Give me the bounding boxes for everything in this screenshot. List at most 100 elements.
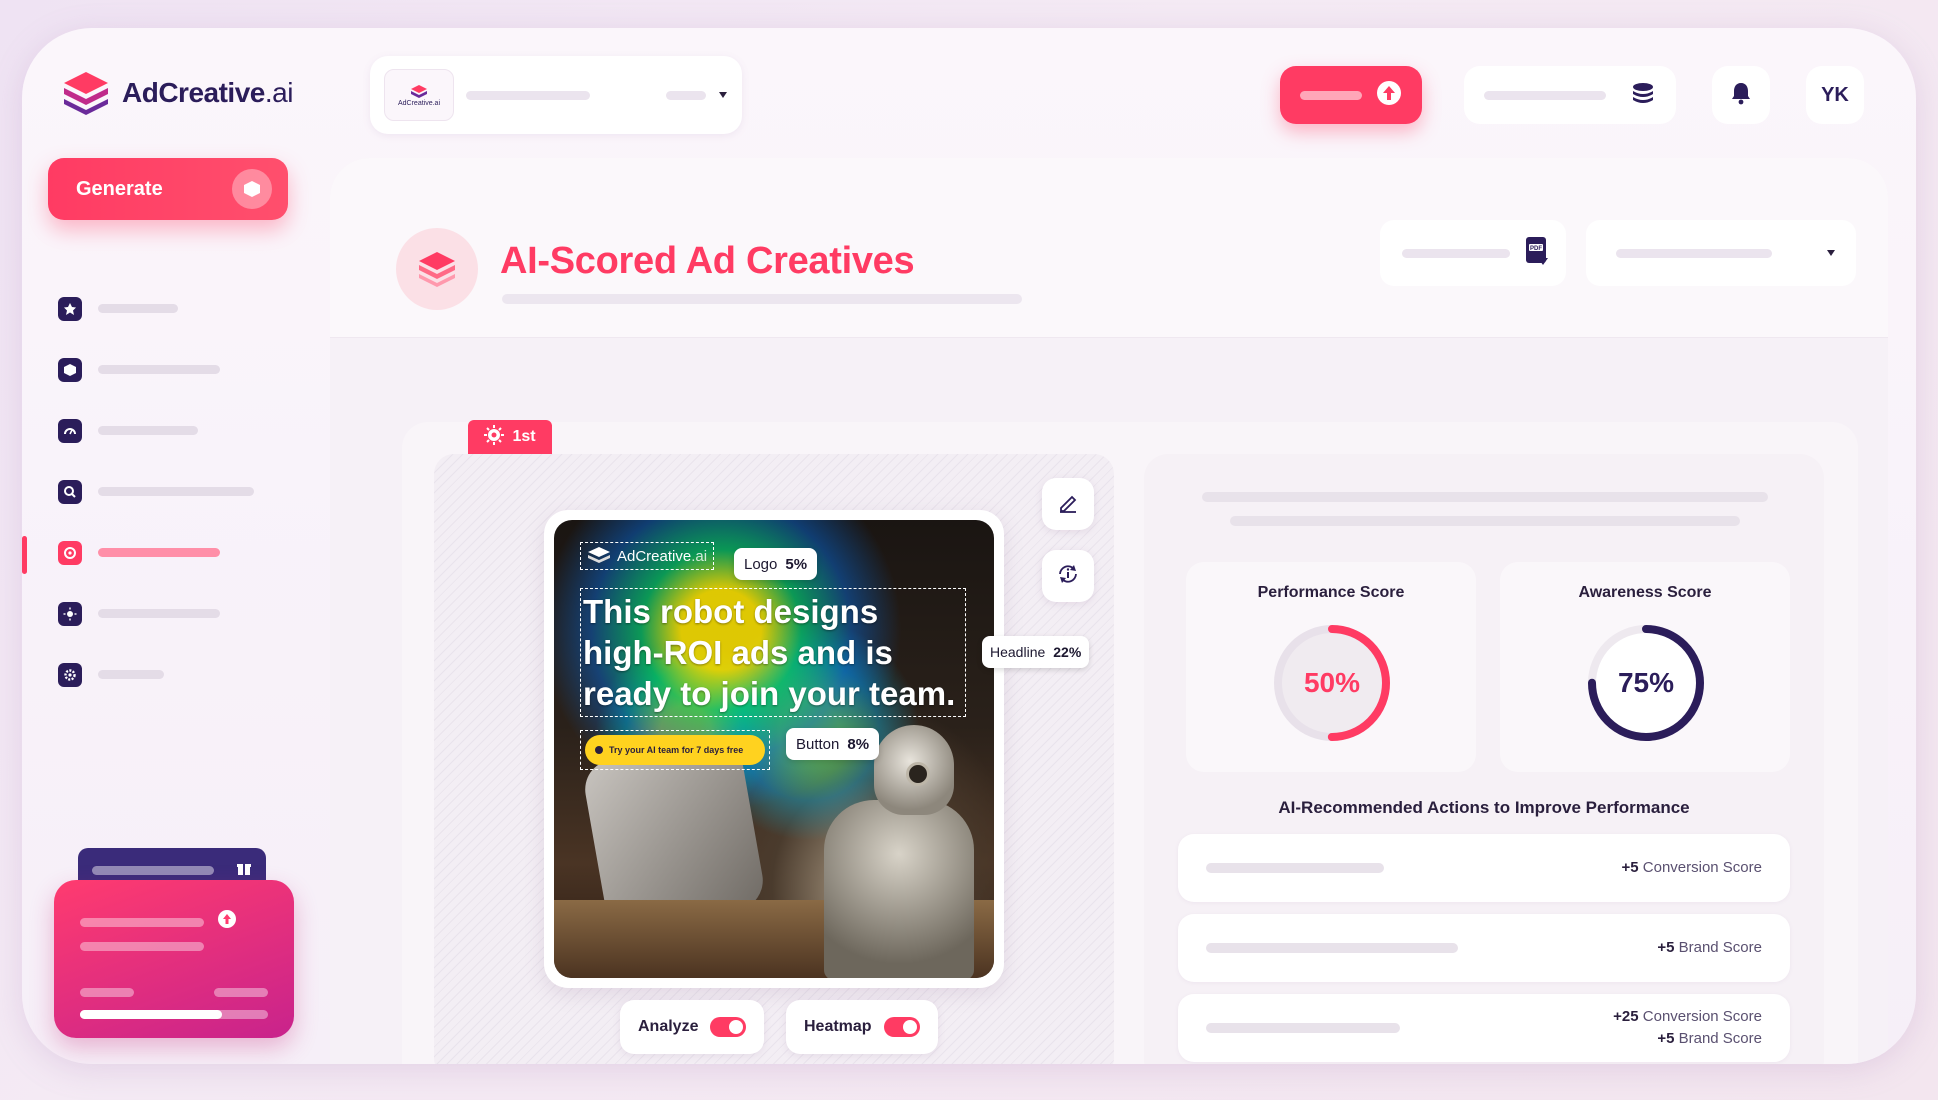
action-label-placeholder [1206, 943, 1458, 953]
sidebar-item-ad-scoring[interactable] [22, 522, 254, 583]
awareness-score-value: 75% [1617, 667, 1675, 698]
sidebar-item-label-placeholder [98, 304, 178, 313]
sidebar-item-label-placeholder [98, 670, 164, 679]
gauge-icon [58, 418, 82, 443]
sidebar-item-creatives[interactable] [58, 339, 254, 400]
logo-text: AdCreative.ai [122, 77, 293, 108]
rank-badge: 1st [468, 420, 552, 454]
analyze-switch[interactable] [710, 1017, 747, 1037]
workspace-logo-text: AdCreative.ai [397, 99, 441, 107]
button-attention-tag: Button 8% [786, 728, 880, 760]
sidebar-item-label-placeholder [98, 487, 254, 496]
upload-icon [218, 910, 236, 928]
gear-icon [58, 662, 82, 687]
robot-eye-shape [906, 762, 930, 786]
heatmap-toggle[interactable]: Heatmap [786, 1000, 938, 1054]
rank-label: 1st [512, 428, 536, 445]
performance-score-label: Performance Score [1257, 584, 1405, 601]
promo-line [80, 942, 204, 951]
dot-icon [595, 746, 603, 754]
heatmap-label: Heatmap [804, 1018, 872, 1035]
performance-score-value: 50% [1303, 667, 1361, 698]
export-label-placeholder [1402, 248, 1510, 258]
generate-label: Generate [76, 177, 163, 200]
ad-logo-icon [588, 547, 610, 563]
sidebar-item-label-placeholder [98, 609, 220, 618]
arrow-up-circle-icon [1376, 80, 1402, 111]
ad-logo-text: AdCreative.ai [617, 547, 708, 565]
robot-body-shape [824, 800, 974, 978]
page-subtitle-placeholder [502, 294, 1022, 304]
action-score-text: +5 Brand Score [1657, 939, 1762, 956]
action-item[interactable]: +5 Conversion Score [1178, 834, 1790, 902]
edit-button[interactable] [1042, 478, 1094, 530]
promo-line [80, 988, 134, 997]
star-icon [58, 296, 82, 321]
brand-logo[interactable]: AdCreative.ai [60, 70, 293, 116]
page-title: AI-Scored Ad Creatives [500, 240, 915, 282]
action-item[interactable]: +25 Conversion Score +5 Brand Score [1178, 994, 1790, 1062]
awareness-score-label: Awareness Score [1578, 584, 1712, 601]
workspace-name-placeholder [466, 90, 590, 100]
bell-icon [1730, 81, 1752, 110]
sun-icon [58, 601, 82, 626]
workspace-meta-placeholder [666, 90, 706, 100]
gift-icon [236, 860, 252, 881]
ad-cta-button[interactable]: Try your AI team for 7 days free [580, 730, 770, 770]
analyze-toggle[interactable]: Analyze [620, 1000, 765, 1054]
award-icon [484, 424, 505, 450]
analyze-label: Analyze [638, 1018, 699, 1035]
target-icon [58, 540, 82, 565]
sort-label-placeholder [1616, 248, 1772, 258]
sidebar-item-settings[interactable] [58, 644, 254, 705]
sidebar-item-label-placeholder [98, 426, 198, 435]
headline-attention-tag: Headline 22% [982, 636, 1090, 668]
promo-progress-fill [80, 1010, 222, 1019]
sidebar-item-ideas[interactable] [58, 583, 254, 644]
heatmap-switch[interactable] [883, 1017, 920, 1037]
action-score-text: +5 Conversion Score [1621, 859, 1762, 876]
panel-line-placeholder [1230, 516, 1740, 526]
sidebar-item-insights[interactable] [58, 400, 254, 461]
page-icon [396, 228, 478, 310]
ad-headline[interactable]: This robot designs high-ROI ads and is r… [580, 588, 966, 717]
credits-display[interactable] [1464, 66, 1676, 124]
refresh-info-icon [1055, 561, 1081, 592]
action-score-text: +25 Conversion Score +5 Brand Score [1613, 1008, 1762, 1047]
export-pdf-button[interactable]: PDF [1380, 220, 1566, 286]
sidebar-nav [22, 278, 254, 705]
promo-tab-label-placeholder [92, 865, 214, 875]
workspace-logo: AdCreative.ai [384, 69, 454, 121]
chevron-down-icon [718, 86, 728, 104]
actions-title: AI-Recommended Actions to Improve Perfor… [1278, 798, 1690, 817]
action-item[interactable]: +5 Brand Score [1178, 914, 1790, 982]
app-window: AdCreative.ai Generate AdCreative.ai YK … [22, 28, 1916, 1064]
sidebar-item-label-placeholder [98, 365, 220, 374]
ad-creative[interactable]: AdCreative.ai This robot designs high-RO… [544, 510, 1004, 988]
generate-button[interactable]: Generate [48, 158, 288, 220]
ad-cta-text: Try your AI team for 7 days free [609, 745, 744, 755]
promo-card[interactable] [54, 880, 294, 1038]
sort-dropdown[interactable] [1586, 220, 1856, 286]
sidebar-item-label-placeholder [98, 548, 220, 557]
upgrade-button[interactable] [1280, 66, 1422, 124]
pdf-label: PDF [1530, 246, 1542, 252]
pdf-icon: PDF [1524, 236, 1550, 271]
active-indicator [22, 536, 27, 574]
search-icon [58, 479, 82, 504]
regenerate-button[interactable] [1042, 550, 1094, 602]
ad-logo[interactable]: AdCreative.ai [580, 542, 715, 570]
sidebar-item-favorites[interactable] [58, 278, 254, 339]
chevron-down-icon [1826, 244, 1836, 262]
ad-cta-inner: Try your AI team for 7 days free [585, 735, 765, 765]
promo-line [214, 988, 268, 997]
cube-icon [58, 357, 82, 382]
avatar-initials: YK [1821, 83, 1849, 106]
action-label-placeholder [1206, 1023, 1400, 1033]
user-avatar[interactable]: YK [1806, 66, 1864, 124]
workspace-selector[interactable]: AdCreative.ai [370, 56, 742, 134]
sidebar-item-search[interactable] [58, 461, 254, 522]
notifications-button[interactable] [1712, 66, 1770, 124]
promo-line [80, 918, 204, 927]
logo-cube-icon [60, 70, 112, 116]
